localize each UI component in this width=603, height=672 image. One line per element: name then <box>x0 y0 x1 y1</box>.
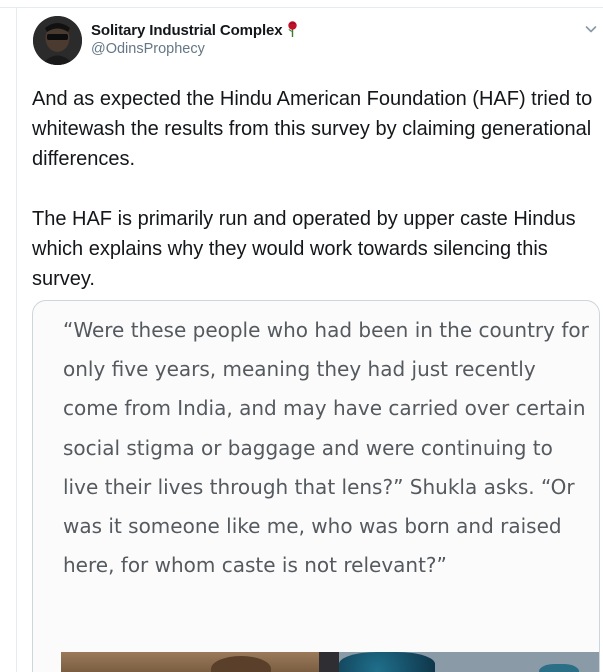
photo-left <box>61 652 319 672</box>
avatar-image <box>33 16 82 65</box>
photo-left-figure <box>211 656 271 672</box>
user-handle[interactable]: @OdinsProphecy <box>91 41 205 57</box>
tweet-body: And as expected the Hindu American Found… <box>32 84 597 294</box>
photo-right <box>339 652 599 672</box>
thread-divider <box>16 8 17 672</box>
chevron-down-icon[interactable] <box>584 22 598 36</box>
media-card[interactable]: “Were these people who had been in the c… <box>32 300 600 672</box>
quote-text: “Were these people who had been in the c… <box>63 318 589 578</box>
avatar[interactable] <box>33 16 82 65</box>
photo-right-pillow <box>339 652 435 672</box>
display-name-text: Solitary Industrial Complex <box>91 22 283 39</box>
top-divider <box>0 0 603 8</box>
tweet-paragraph-2: The HAF is primarily run and operated by… <box>32 208 576 290</box>
tweet-paragraph-1: And as expected the Hindu American Found… <box>32 88 593 170</box>
display-name[interactable]: Solitary Industrial Complex <box>91 21 298 41</box>
rose-icon <box>287 21 298 41</box>
tweet-page: Solitary Industrial Complex @OdinsProphe… <box>0 0 603 672</box>
photo-right-pillow-small <box>539 664 579 672</box>
photo-divider <box>319 652 339 672</box>
